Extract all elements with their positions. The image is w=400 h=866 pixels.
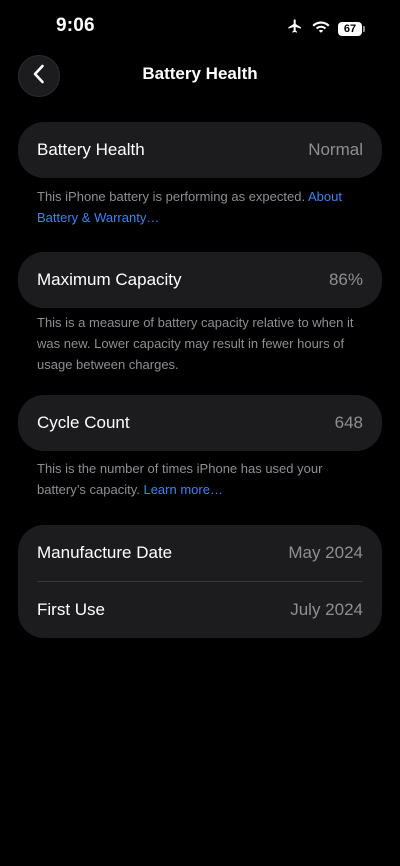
page-title: Battery Health [142,64,258,83]
battery-health-value: Normal [308,140,363,159]
status-icons: 67 [286,18,365,39]
maximum-capacity-row: Maximum Capacity 86% [18,252,382,308]
maximum-capacity-footer: This is a measure of battery capacity re… [37,312,367,375]
manufacture-date-value: May 2024 [288,543,363,562]
airplane-icon [286,18,304,39]
maximum-capacity-label: Maximum Capacity [37,270,182,289]
battery-health-footer: This iPhone battery is performing as exp… [37,186,367,228]
battery-health-group: Battery Health Normal [18,122,382,178]
maximum-capacity-group: Maximum Capacity 86% [18,252,382,308]
maximum-capacity-footer-text: This is a measure of battery capacity re… [37,315,354,372]
battery-health-row: Battery Health Normal [18,122,382,178]
maximum-capacity-value: 86% [328,270,363,289]
cycle-count-row: Cycle Count 648 [18,395,382,451]
manufacture-date-row: Manufacture Date May 2024 [18,525,382,581]
cycle-count-footer: This is the number of times iPhone has u… [37,458,367,500]
first-use-label: First Use [37,600,105,619]
status-bar: 9:06 67 [0,0,400,54]
status-time: 9:06 [56,15,95,36]
dates-group: Manufacture Date May 2024 First Use July… [18,525,382,638]
cycle-count-group: Cycle Count 648 [18,395,382,451]
first-use-row: First Use July 2024 [18,582,382,638]
battery-level: 67 [343,22,357,35]
cycle-count-value: 648 [334,413,363,432]
battery-icon: 67 [338,21,365,36]
battery-health-footer-text: This iPhone battery is performing as exp… [37,189,308,204]
cycle-count-label: Cycle Count [37,413,130,432]
manufacture-date-label: Manufacture Date [37,543,173,562]
first-use-value: July 2024 [290,600,363,619]
learn-more-link[interactable]: Learn more… [143,482,222,497]
wifi-icon [312,19,330,38]
battery-health-label: Battery Health [37,140,145,159]
